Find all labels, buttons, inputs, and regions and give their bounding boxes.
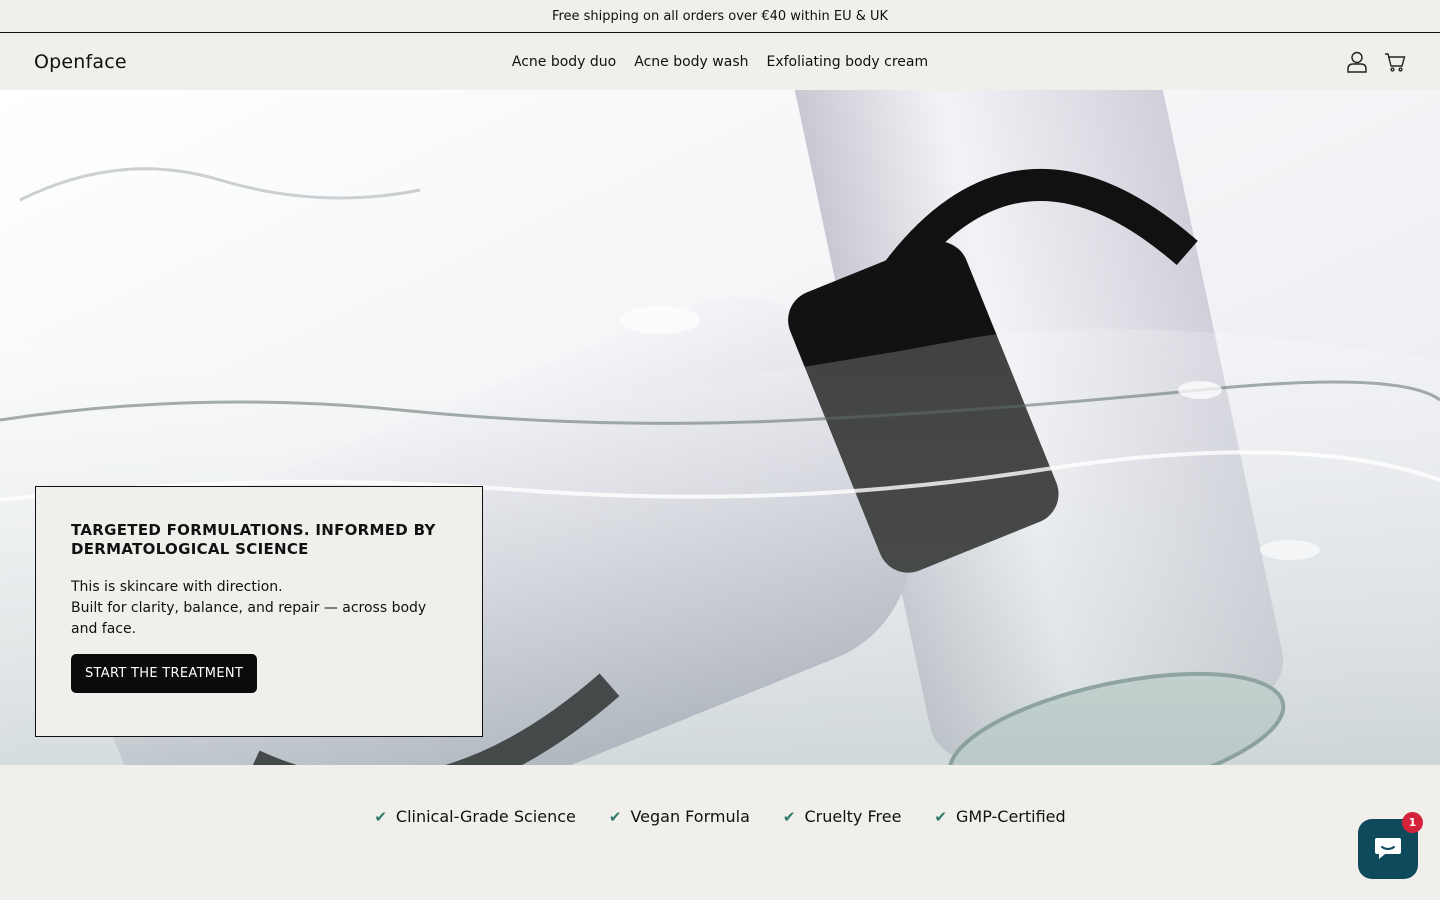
nav-link-acne-body-duo[interactable]: Acne body duo xyxy=(512,54,616,70)
hero-title: TARGETED FORMULATIONS. INFORMED BY DERMA… xyxy=(71,521,436,558)
feature-item: ✔ Clinical-Grade Science xyxy=(374,807,576,826)
chat-icon xyxy=(1375,838,1401,859)
feature-label: Clinical-Grade Science xyxy=(395,807,576,826)
logo[interactable]: Openface xyxy=(34,51,127,73)
header-icons xyxy=(1346,51,1406,73)
start-treatment-button[interactable]: START THE TREATMENT xyxy=(71,654,258,693)
chat-notification-badge: 1 xyxy=(1402,812,1423,833)
main-nav: Acne body duo Acne body wash Exfoliating… xyxy=(512,54,928,70)
announcement-text: Free shipping on all orders over €40 wit… xyxy=(551,8,889,24)
hero-section: TARGETED FORMULATIONS. INFORMED BY DERMA… xyxy=(0,90,1440,765)
account-icon[interactable] xyxy=(1346,51,1368,73)
check-icon: ✔ xyxy=(374,807,387,826)
features-bar: ✔ Clinical-Grade Science ✔ Vegan Formula… xyxy=(0,765,1440,900)
hero-description-line1: This is skincare with direction. xyxy=(71,579,283,595)
feature-label: Vegan Formula xyxy=(630,807,750,826)
feature-item: ✔ Vegan Formula xyxy=(609,807,750,826)
feature-item: ✔ GMP-Certified xyxy=(934,807,1065,826)
nav-link-exfoliating-body-cream[interactable]: Exfoliating body cream xyxy=(767,54,929,70)
announcement-bar: Free shipping on all orders over €40 wit… xyxy=(0,0,1440,33)
site-header: Openface Acne body duo Acne body wash Ex… xyxy=(0,33,1440,90)
check-icon: ✔ xyxy=(934,807,947,826)
feature-label: GMP-Certified xyxy=(956,807,1066,826)
hero-description-line2: Built for clarity, balance, and repair —… xyxy=(71,600,427,637)
hero-card: TARGETED FORMULATIONS. INFORMED BY DERMA… xyxy=(35,486,483,737)
feature-label: Cruelty Free xyxy=(804,807,902,826)
hero-description: This is skincare with direction. Built f… xyxy=(71,577,447,640)
check-icon: ✔ xyxy=(608,807,622,826)
cart-icon[interactable] xyxy=(1384,51,1406,73)
feature-item: ✔ Cruelty Free xyxy=(783,807,902,826)
check-icon: ✔ xyxy=(782,807,796,826)
nav-link-acne-body-wash[interactable]: Acne body wash xyxy=(634,54,748,70)
